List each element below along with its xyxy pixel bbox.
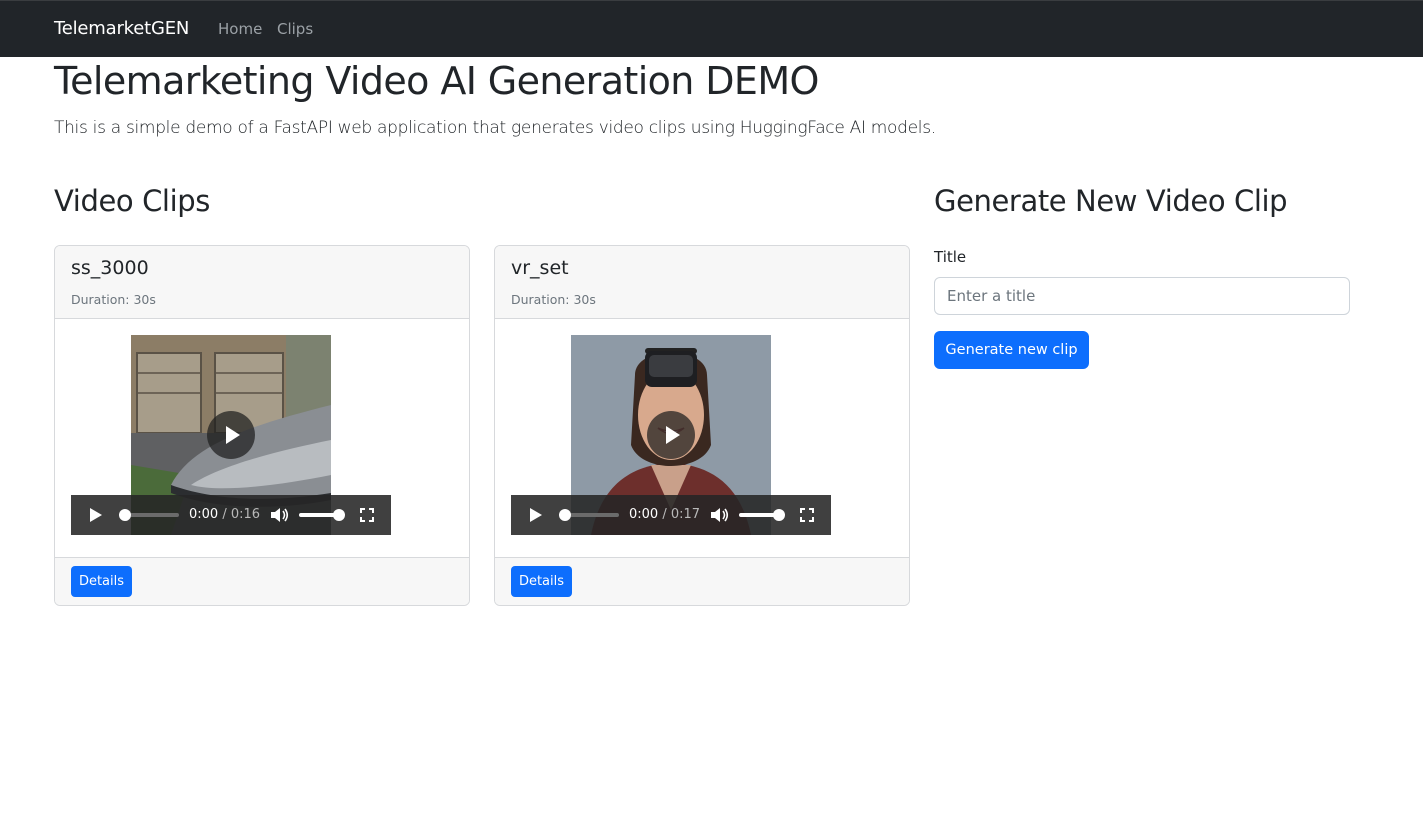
title-input[interactable] bbox=[934, 277, 1350, 315]
seek-bar[interactable] bbox=[565, 513, 619, 517]
volume-handle[interactable] bbox=[773, 509, 785, 521]
page-lead: This is a simple demo of a FastAPI web a… bbox=[54, 118, 936, 138]
video-player[interactable]: 0:00 / 0:16 bbox=[71, 335, 391, 535]
time-display: 0:00 / 0:16 bbox=[189, 507, 260, 522]
details-button[interactable]: Details bbox=[71, 566, 132, 597]
video-controls: 0:00 / 0:17 bbox=[511, 495, 831, 535]
navbar: TelemarketGEN Home Clips bbox=[0, 0, 1423, 57]
video-player[interactable]: 0:00 / 0:17 bbox=[511, 335, 831, 535]
generate-clip-button[interactable]: Generate new clip bbox=[934, 331, 1089, 369]
clip-card-footer: Details bbox=[55, 557, 469, 605]
clip-card-header: ss_3000 Duration: 30s bbox=[55, 246, 469, 319]
time-separator: / bbox=[658, 507, 671, 522]
video-controls: 0:00 / 0:16 bbox=[71, 495, 391, 535]
total-time: 0:16 bbox=[230, 507, 261, 522]
page-title: Telemarketing Video AI Generation DEMO bbox=[54, 59, 819, 103]
play-icon[interactable] bbox=[90, 508, 102, 522]
brand-link[interactable]: TelemarketGEN bbox=[54, 18, 189, 39]
volume-handle[interactable] bbox=[333, 509, 345, 521]
generate-clip-heading: Generate New Video Clip bbox=[934, 184, 1288, 218]
time-display: 0:00 / 0:17 bbox=[629, 507, 700, 522]
title-field-label: Title bbox=[934, 248, 967, 266]
big-play-button[interactable] bbox=[647, 411, 695, 459]
seek-bar[interactable] bbox=[125, 513, 179, 517]
play-icon[interactable] bbox=[530, 508, 542, 522]
fullscreen-icon[interactable] bbox=[360, 508, 374, 522]
clip-card: vr_set Duration: 30s 0:00 / 0:17 Details bbox=[494, 245, 910, 606]
volume-icon[interactable] bbox=[270, 507, 290, 523]
clip-duration: Duration: 30s bbox=[71, 292, 156, 307]
current-time: 0:00 bbox=[629, 507, 659, 522]
seek-handle[interactable] bbox=[119, 509, 131, 521]
clip-card: ss_3000 Duration: 30s 0:00 / 0:16 Detail… bbox=[54, 245, 470, 606]
total-time: 0:17 bbox=[670, 507, 701, 522]
clip-card-header: vr_set Duration: 30s bbox=[495, 246, 909, 319]
big-play-button[interactable] bbox=[207, 411, 255, 459]
clip-title: vr_set bbox=[511, 257, 569, 279]
video-clips-heading: Video Clips bbox=[54, 184, 210, 218]
clip-duration: Duration: 30s bbox=[511, 292, 596, 307]
current-time: 0:00 bbox=[189, 507, 219, 522]
fullscreen-icon[interactable] bbox=[800, 508, 814, 522]
seek-handle[interactable] bbox=[559, 509, 571, 521]
nav-link-home[interactable]: Home bbox=[218, 20, 262, 38]
details-button[interactable]: Details bbox=[511, 566, 572, 597]
clip-card-footer: Details bbox=[495, 557, 909, 605]
nav-link-clips[interactable]: Clips bbox=[277, 20, 313, 38]
time-separator: / bbox=[218, 507, 231, 522]
clip-title: ss_3000 bbox=[71, 257, 149, 279]
volume-icon[interactable] bbox=[710, 507, 730, 523]
